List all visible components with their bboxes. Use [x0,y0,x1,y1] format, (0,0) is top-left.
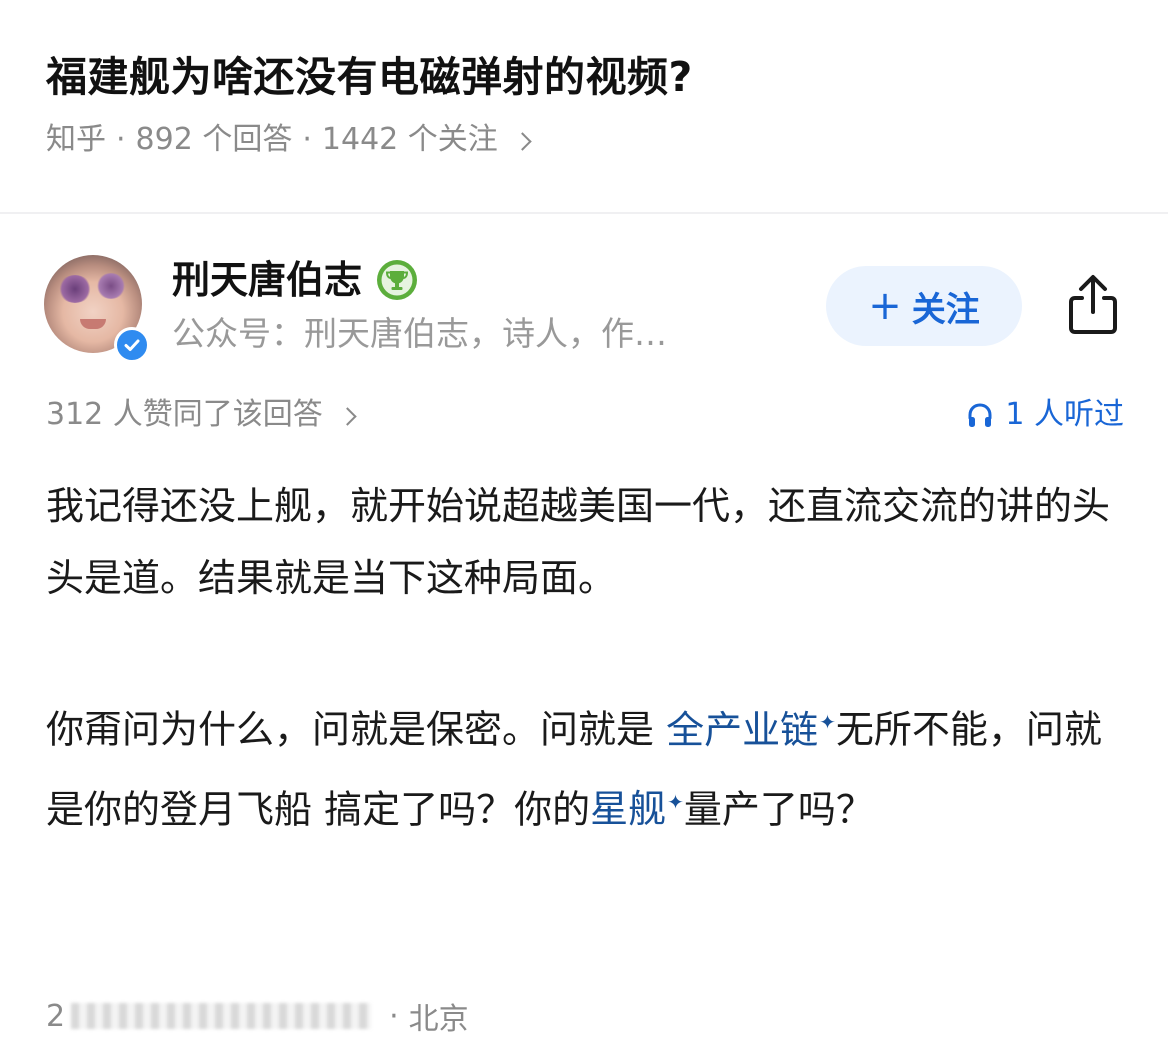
answer-text: 你甭问为什么，问就是保密。问就是 [46,707,667,752]
section-divider [0,212,1168,214]
author-name-row[interactable]: 刑天唐伯志 [172,252,418,308]
upvote-summary[interactable]: 312 人赞同了该回答 [46,392,357,438]
follow-button-label: 关注 [911,289,980,330]
chevron-right-icon [513,131,532,151]
ip-location: 北京 [408,1002,469,1037]
date-prefix: 2 [46,998,66,1034]
chevron-right-icon [338,406,357,426]
author-name: 刑天唐伯志 [172,258,363,302]
meta-separator: · [116,122,126,157]
stats-row: 312 人赞同了该回答 1 人听过 [46,392,1124,438]
listen-stat[interactable]: 1 人听过 [965,392,1124,438]
sparkle-icon: ✦ [819,710,836,734]
avatar[interactable] [44,255,150,363]
listen-count: 1 人听过 [1005,397,1124,432]
plus-icon: + [868,283,902,329]
answer-paragraph: 我记得还没上舰，就开始说超越美国一代，还直流交流的讲的头头是道。结果就是当下这种… [46,484,1111,600]
source-label: 知乎 [46,122,106,157]
answer-count: 892 个回答 [135,122,293,157]
avatar-face-paint [58,275,92,303]
publish-date: 2 [46,998,372,1034]
avatar-face-paint [96,273,126,299]
follow-button[interactable]: + 关注 [826,266,1022,346]
upvote-count: 312 人赞同了该回答 [46,397,323,432]
answer-body: 我记得还没上舰，就开始说超越美国一代，还直流交流的讲的头头是道。结果就是当下这种… [46,470,1126,917]
sparkle-icon: ✦ [667,789,684,814]
answer-paragraph: 你甭问为什么，问就是保密。问就是 全产业链✦无所不能，问就是你的登月飞船 搞定了… [46,686,1126,845]
headphones-icon [968,403,992,427]
question-header: 福建舰为啥还没有电磁弹射的视频? 知乎 · 892 个回答 · 1442 个关注 [46,48,1126,162]
verified-icon [114,327,150,363]
share-icon[interactable] [1062,272,1124,338]
keyword-link-supply-chain[interactable]: 全产业链✦ [666,708,836,752]
meta-separator: · [302,122,312,157]
author-bio: 公众号：刑天唐伯志，诗人，作… [172,314,667,353]
answer-text: 量产了吗？ [683,787,874,832]
keyword-link-label: 星舰 [590,787,667,832]
question-meta[interactable]: 知乎 · 892 个回答 · 1442 个关注 [46,118,1126,162]
question-title[interactable]: 福建舰为啥还没有电磁弹射的视频? [46,48,1126,106]
follow-count: 1442 个关注 [321,122,498,157]
keyword-link-starship[interactable]: 星舰✦ [590,787,684,831]
avatar-mouth [80,319,106,329]
answer-footer: 2 · 北京 [46,994,469,1038]
trophy-icon [377,260,418,300]
keyword-link-label: 全产业链 [666,707,819,752]
author-row: 刑天唐伯志 公众号：刑天唐伯志，诗人，作… + 关注 [44,252,1124,363]
blurred-date-mask [71,1003,372,1029]
footer-separator: · [389,998,399,1034]
